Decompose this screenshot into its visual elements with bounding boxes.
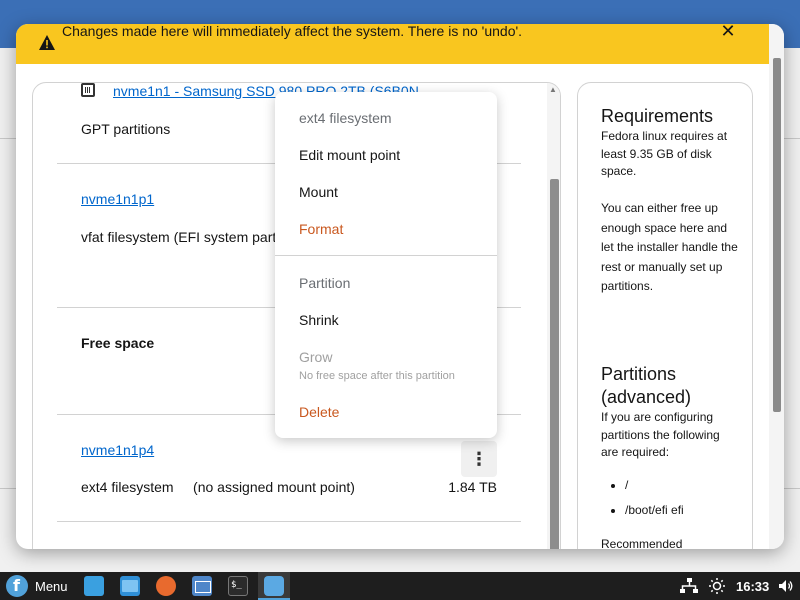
requirements-text: Fedora linux requires at least 9.35 GB o…	[601, 129, 728, 178]
bullet-icon	[611, 484, 615, 488]
fedora-logo-icon[interactable]	[6, 575, 28, 597]
menu-item-grow: Grow	[299, 349, 333, 365]
recommended-label: Recommended	[601, 537, 683, 549]
bullet-icon	[611, 509, 615, 513]
menu-divider	[275, 255, 497, 256]
menu-item-mount[interactable]: Mount	[299, 184, 338, 200]
terminal-icon[interactable]	[228, 576, 248, 596]
warning-icon	[39, 35, 55, 50]
disk-list-scrollbar-thumb[interactable]	[550, 179, 559, 549]
menu-item-shrink[interactable]: Shrink	[299, 312, 339, 328]
show-desktop-icon[interactable]	[84, 576, 104, 596]
alert-message: Changes made here will immediately affec…	[62, 24, 523, 39]
start-menu-button[interactable]: Menu	[35, 579, 68, 594]
partition-size-p4: 1.84 TB	[448, 479, 497, 495]
files-icon[interactable]	[120, 576, 140, 596]
clock[interactable]: 16:33	[736, 579, 769, 594]
firefox-icon[interactable]	[156, 576, 176, 596]
partition-link-p4[interactable]: nvme1n1p4	[81, 442, 154, 458]
menu-header-partition: Partition	[299, 275, 351, 291]
network-icon[interactable]	[680, 578, 698, 594]
menu-item-edit-mount-point[interactable]: Edit mount point	[299, 147, 400, 163]
scroll-up-arrow-icon[interactable]: ▲	[549, 85, 557, 94]
close-icon[interactable]: ✕	[718, 24, 738, 42]
menu-item-delete[interactable]: Delete	[299, 404, 339, 420]
brightness-icon[interactable]	[708, 577, 726, 595]
warning-alert: Changes made here will immediately affec…	[16, 24, 769, 64]
free-space-label: Free space	[81, 335, 155, 351]
dialog-scrollbar-thumb[interactable]	[773, 58, 781, 412]
disk-icon	[81, 83, 95, 97]
mail-icon[interactable]	[192, 576, 212, 596]
installer-icon[interactable]	[264, 576, 284, 596]
required-item-label: /boot/efi efi	[625, 503, 684, 517]
requirements-text-more: You can either free up enough space here…	[601, 201, 738, 293]
taskbar: Menu 16:33	[0, 572, 800, 600]
partitions-title: Partitions (advanced)	[601, 364, 692, 407]
menu-item-format[interactable]: Format	[299, 221, 343, 237]
partition-actions-menu: ext4 filesystem Edit mount point Mount F…	[275, 92, 497, 438]
requirements-card: Requirements Fedora linux requires at le…	[577, 82, 753, 549]
required-item-label: /	[625, 478, 629, 492]
kebab-menu-icon[interactable]: ⋮	[461, 441, 497, 477]
menu-header-filesystem: ext4 filesystem	[299, 110, 392, 126]
partition-link-p1[interactable]: nvme1n1p1	[81, 191, 154, 207]
divider	[57, 521, 521, 522]
requirements-title: Requirements	[601, 106, 714, 126]
partition-description-p1: vfat filesystem (EFI system part	[81, 229, 277, 245]
volume-icon[interactable]	[778, 578, 794, 594]
partition-description-p4: ext4 filesystem (no assigned mount point…	[81, 479, 355, 495]
disk-description: GPT partitions	[81, 121, 171, 137]
partitions-text: If you are configuring partitions the fo…	[601, 410, 720, 459]
menu-item-grow-note: No free space after this partition	[299, 370, 455, 382]
